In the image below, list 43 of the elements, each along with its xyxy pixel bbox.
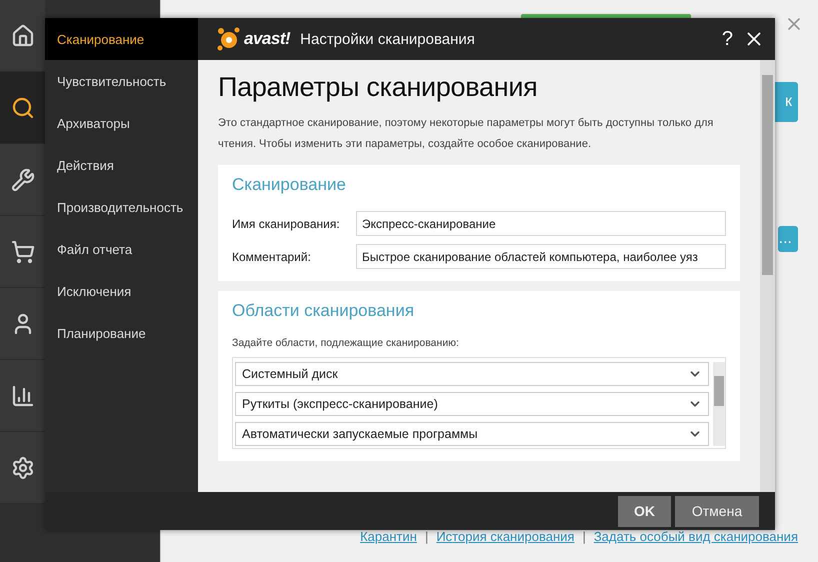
area-dropdown[interactable]: Руткиты (экспресс-сканирование) bbox=[235, 392, 709, 416]
nav-item[interactable] bbox=[0, 360, 45, 432]
nav-item[interactable] bbox=[0, 72, 45, 144]
nav-item[interactable] bbox=[0, 288, 45, 360]
wrench-icon bbox=[10, 168, 34, 192]
section-title: Области сканирования bbox=[232, 301, 416, 321]
input-field[interactable]: Быстрое сканирование областей компьютера, наиболее уяз bbox=[356, 244, 726, 269]
menu-item[interactable]: Исключения bbox=[45, 270, 198, 312]
page-heading: Параметры сканирования bbox=[218, 72, 538, 103]
menu-item[interactable]: Чувствительность bbox=[45, 60, 198, 102]
menu-item[interactable]: Действия bbox=[45, 144, 198, 186]
area-dropdown[interactable]: Системный диск bbox=[235, 362, 709, 386]
menu-item[interactable]: Планирование bbox=[45, 312, 198, 354]
menu-item[interactable]: Архиваторы bbox=[45, 102, 198, 144]
cancel-button[interactable]: Отмена bbox=[675, 496, 759, 526]
help-button[interactable]: ? bbox=[722, 28, 733, 50]
bar-chart-icon bbox=[10, 384, 34, 408]
nav-item[interactable] bbox=[0, 216, 45, 288]
separator: | bbox=[424, 529, 428, 544]
section-title: Сканирование bbox=[232, 175, 347, 195]
logo-text: avast! bbox=[244, 29, 290, 49]
intro-text: Это стандартное сканирование, поэтому некоторые параметры могут быть доступны только для чтения. Чтобы изменить эти параметры, создайте особое сканирование. bbox=[218, 116, 714, 152]
scrollbar[interactable] bbox=[760, 60, 775, 492]
menu-item[interactable]: Файл отчета bbox=[45, 228, 198, 270]
nav-item[interactable] bbox=[0, 432, 45, 504]
hint-text: Задайте области, подлежащие сканированию: bbox=[232, 337, 460, 349]
menu-item[interactable]: Сканирование bbox=[45, 18, 198, 60]
nav-item[interactable] bbox=[0, 144, 45, 216]
separator: | bbox=[582, 529, 586, 544]
cart-icon bbox=[10, 240, 34, 264]
input-field[interactable]: Экспресс-сканирование bbox=[356, 211, 726, 236]
dialog-title: Настройки сканирования bbox=[300, 30, 476, 48]
menu-item[interactable]: Производительность bbox=[45, 186, 198, 228]
search-icon bbox=[10, 96, 34, 120]
area-dropdown[interactable]: Автоматически запускаемые программы bbox=[235, 422, 709, 446]
logo-icon bbox=[216, 26, 242, 52]
field-label: Имя сканирования: bbox=[232, 216, 341, 230]
ok-button[interactable]: OK bbox=[618, 496, 671, 526]
field-label: Комментарий: bbox=[232, 250, 312, 264]
scrollbar[interactable] bbox=[713, 362, 725, 446]
home-icon bbox=[10, 24, 34, 48]
settings-icon bbox=[10, 456, 34, 480]
nav-item[interactable] bbox=[0, 0, 45, 72]
